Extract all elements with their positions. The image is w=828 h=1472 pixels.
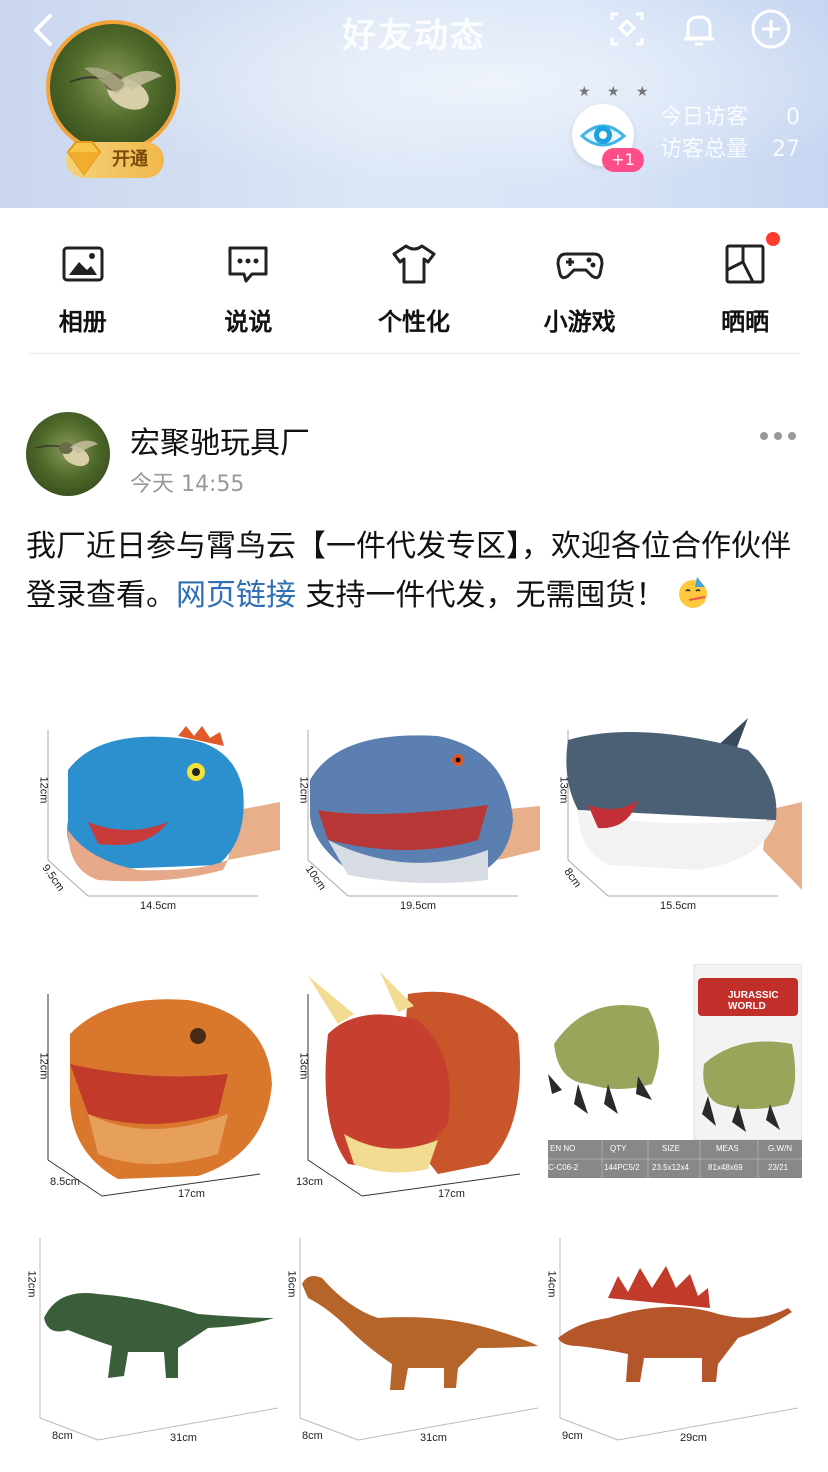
post-image-6[interactable]: JURASSIC WORLD EN NO QTY SIZE MEAS G.W/N… <box>548 964 802 1208</box>
tshirt-icon <box>392 244 436 284</box>
table-cell-enno: C-C06-2 <box>548 1163 579 1172</box>
table-header-size: SIZE <box>662 1144 680 1153</box>
visitor-increment-badge: +1 <box>602 148 644 172</box>
more-options-icon[interactable] <box>756 422 800 450</box>
total-visitors-label: 访客总量 <box>660 137 749 162</box>
table-cell-meas: 81x48x69 <box>708 1163 743 1172</box>
blue-raptor-puppet-image <box>307 730 540 897</box>
post-image-8[interactable]: 16cm 8cm 31cm <box>288 1218 542 1462</box>
nav-label-shuoshuo: 说说 <box>224 308 273 336</box>
nav-label-shaishai: 晒晒 <box>721 308 770 336</box>
vip-label: 开通 <box>112 149 148 170</box>
post-image-7[interactable]: 12cm 8cm 31cm <box>28 1218 282 1462</box>
nav-item-personalize[interactable]: 个性化 <box>331 222 497 352</box>
dim-height: 14cm <box>548 1270 558 1298</box>
share-frame-icon <box>725 244 765 284</box>
chat-bubble-icon <box>228 246 268 283</box>
table-header-enno: EN NO <box>550 1144 576 1153</box>
dim-depth: 9cm <box>562 1430 583 1442</box>
table-cell-gw: 23/21 <box>768 1163 789 1172</box>
table-cell-qty: 144PC5/2 <box>604 1163 640 1172</box>
dim-height: 12cm <box>37 776 50 804</box>
table-header-gw: G.W/N <box>768 1144 792 1153</box>
nav-item-album[interactable]: 相册 <box>0 222 166 352</box>
triceratops-puppet-image <box>307 972 521 1197</box>
dim-width: 17cm <box>178 1188 205 1200</box>
today-visitors-label: 今日访客 <box>660 105 749 130</box>
post-author-avatar[interactable] <box>26 412 110 496</box>
user-avatar[interactable] <box>46 20 180 154</box>
today-visitors-value: 0 <box>786 105 800 130</box>
nav-item-shaishai[interactable]: 晒晒 <box>662 222 828 352</box>
dim-height: 13cm <box>557 776 570 804</box>
post-image-9[interactable]: 14cm 9cm 29cm <box>548 1218 802 1462</box>
post-image-grid: 12cm 9.5cm 14.5cm 12cm 10cm 19.5cm 13cm … <box>28 710 802 1462</box>
dim-height: 12cm <box>297 776 310 804</box>
dim-depth: 8.5cm <box>50 1176 80 1188</box>
blue-trex-puppet-image <box>47 726 280 897</box>
nav-label-games: 小游戏 <box>543 308 616 336</box>
dim-width: 31cm <box>170 1432 197 1444</box>
visitor-stars: ★ ★ ★ <box>578 84 655 100</box>
trex-figure-image <box>39 1238 279 1441</box>
dim-depth: 13cm <box>296 1176 323 1188</box>
dim-height: 16cm <box>288 1270 298 1298</box>
dim-width: 31cm <box>420 1432 447 1444</box>
orange-trex-puppet-image <box>47 994 272 1197</box>
table-header-qty: QTY <box>610 1144 627 1153</box>
post-image-3[interactable]: 13cm 8cm 15.5cm <box>548 710 802 954</box>
nav-label-personalize: 个性化 <box>377 308 450 336</box>
visitor-stats[interactable]: 今日访客 0 访客总量 27 <box>660 102 800 166</box>
hummingbird-image <box>35 440 98 478</box>
dim-width: 19.5cm <box>400 900 437 912</box>
nav-item-shuoshuo[interactable]: 说说 <box>166 222 332 352</box>
feature-nav: 相册 说说 个性化 小游戏 晒晒 <box>0 222 828 352</box>
dim-width: 14.5cm <box>140 900 177 912</box>
dim-width: 17cm <box>438 1188 465 1200</box>
post-author-name[interactable]: 宏聚驰玩具厂 <box>130 418 310 462</box>
party-face-emoji-icon <box>679 577 708 608</box>
divider <box>28 353 800 354</box>
diamond-icon <box>66 141 102 176</box>
stegosaurus-figure-image <box>558 1238 799 1441</box>
total-visitors-value: 27 <box>772 137 800 162</box>
post-text-after: 支持一件代发，无需囤货！ <box>296 578 666 613</box>
dim-width: 29cm <box>680 1432 707 1444</box>
photo-album-icon <box>62 246 104 282</box>
post-content: 我厂近日参与霄鸟云【一件代发专区】，欢迎各位合作伙伴登录查看。网页链接 支持一件… <box>26 522 806 620</box>
post-image-5[interactable]: 13cm 13cm 17cm <box>288 964 542 1208</box>
vip-open-badge[interactable]: 开通 <box>66 141 164 178</box>
nav-item-games[interactable]: 小游戏 <box>497 222 663 352</box>
notification-dot <box>765 232 780 246</box>
add-icon[interactable] <box>748 6 794 52</box>
table-header-meas: MEAS <box>716 1144 739 1153</box>
nav-label-album: 相册 <box>58 308 107 336</box>
dim-depth: 8cm <box>52 1430 73 1442</box>
dim-height: 13cm <box>297 1052 310 1080</box>
dim-height: 12cm <box>28 1270 38 1298</box>
post-link[interactable]: 网页链接 <box>176 578 296 613</box>
post-image-1[interactable]: 12cm 9.5cm 14.5cm <box>28 710 282 954</box>
post-timestamp: 今天 14:55 <box>130 472 245 497</box>
hummingbird-image <box>69 67 162 128</box>
brand-label: JURASSIC WORLD <box>728 990 779 1012</box>
dim-width: 15.5cm <box>660 900 697 912</box>
dim-height: 12cm <box>37 1052 50 1080</box>
shark-puppet-image <box>566 718 802 897</box>
magic-wand-icon[interactable] <box>604 6 650 52</box>
dim-depth: 8cm <box>302 1430 323 1442</box>
bell-icon[interactable] <box>676 6 722 52</box>
gamepad-icon <box>556 252 604 280</box>
profile-header: 好友动态 开通 ★ ★ ★ +1 今日访客 0 访客总量 27 <box>0 0 828 208</box>
post-image-2[interactable]: 12cm 10cm 19.5cm <box>288 710 542 954</box>
brachiosaurus-figure-image <box>299 1238 539 1441</box>
post-image-4[interactable]: 12cm 8.5cm 17cm <box>28 964 282 1208</box>
table-cell-size: 23.5x12x4 <box>652 1163 689 1172</box>
